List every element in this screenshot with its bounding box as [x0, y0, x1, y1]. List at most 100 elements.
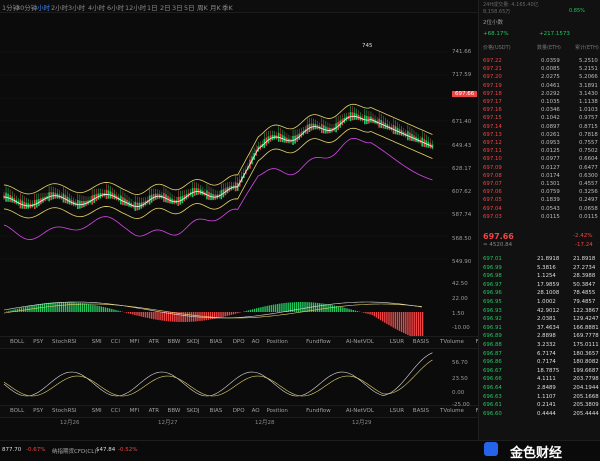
indicator-tab-9[interactable]: BIAS: [210, 339, 223, 345]
indicator-tab-14[interactable]: AI-NetVOL: [346, 339, 374, 345]
bid-row[interactable]: 696.892.8898169.7778: [479, 333, 600, 341]
ask-row[interactable]: 697.060.07590.3256: [479, 189, 600, 197]
bid-row[interactable]: 696.995.381627.2734: [479, 265, 600, 273]
indicator-tab-13[interactable]: Fundflow: [306, 339, 331, 345]
ask-price: 697.06: [483, 189, 502, 195]
ask-row[interactable]: 697.080.01740.6300: [479, 173, 600, 181]
ask-row[interactable]: 697.190.04613.1891: [479, 83, 600, 91]
timeframe-10[interactable]: 3日: [172, 2, 183, 12]
macd-bar: [99, 306, 100, 312]
bid-row[interactable]: 696.9717.985950.3847: [479, 282, 600, 290]
indicator-tab-6[interactable]: ATR: [149, 408, 160, 414]
timeframe-2[interactable]: 1小时: [33, 2, 50, 12]
ask-row[interactable]: 697.090.01270.6477: [479, 165, 600, 173]
ask-row[interactable]: 697.150.10420.9757: [479, 115, 600, 123]
indicator-tab-17[interactable]: TVolume: [440, 339, 464, 345]
bid-row[interactable]: 696.860.7174180.8082: [479, 359, 600, 367]
ask-row[interactable]: 697.170.10351.1138: [479, 99, 600, 107]
indicator-tab-7[interactable]: BBW: [168, 339, 181, 345]
indicator-tab-10[interactable]: DPO: [233, 408, 245, 414]
indicator-tab-7[interactable]: BBW: [168, 408, 181, 414]
macd-bar: [151, 312, 152, 319]
bid-row[interactable]: 696.6718.7875199.6687: [479, 368, 600, 376]
ask-row[interactable]: 697.070.13010.4557: [479, 181, 600, 189]
indicator-tab-6[interactable]: ATR: [149, 339, 160, 345]
bid-row[interactable]: 696.922.0381129.4247: [479, 316, 600, 324]
indicator-tab-2[interactable]: StochRSI: [52, 408, 76, 414]
bid-row[interactable]: 696.883.2332175.0111: [479, 342, 600, 350]
timeframe-7[interactable]: 12小时: [125, 2, 146, 12]
bid-row[interactable]: 696.876.7174180.3657: [479, 351, 600, 359]
depth-interval-select[interactable]: 2位小数: [483, 18, 503, 26]
bid-row[interactable]: 696.631.1107205.1668: [479, 394, 600, 402]
ask-row[interactable]: 697.100.09770.6604: [479, 156, 600, 164]
timeframe-8[interactable]: 1日: [147, 2, 158, 12]
indicator-tab-3[interactable]: SMI: [92, 408, 102, 414]
indicator-tab-5[interactable]: MFI: [130, 408, 140, 414]
ask-row[interactable]: 697.110.01250.7502: [479, 148, 600, 156]
bid-row[interactable]: 696.664.1111203.7798: [479, 376, 600, 384]
timeframe-11[interactable]: 5日: [184, 2, 195, 12]
indicator-tab-15[interactable]: LSUR: [390, 408, 404, 414]
indicator-tab-12[interactable]: Position: [266, 408, 287, 414]
indicator-tab-16[interactable]: BASIS: [413, 408, 429, 414]
bid-row[interactable]: 696.9137.4634166.8881: [479, 325, 600, 333]
indicator-tab-2[interactable]: StochRSI: [52, 339, 76, 345]
indicator-tab-14[interactable]: AI-NetVOL: [346, 408, 374, 414]
indicator-tab-10[interactable]: DPO: [233, 339, 245, 345]
ask-price: 697.14: [483, 124, 502, 130]
bid-row[interactable]: 696.9342.9012122.3867: [479, 308, 600, 316]
timeframe-14[interactable]: 季K: [222, 2, 233, 12]
timeframe-12[interactable]: 周K: [197, 2, 208, 12]
ask-row[interactable]: 697.050.18390.2497: [479, 197, 600, 205]
indicator-tab-13[interactable]: Fundflow: [306, 408, 331, 414]
indicator-tab-9[interactable]: BIAS: [210, 408, 223, 414]
bid-row[interactable]: 696.600.4444205.4444: [479, 411, 600, 419]
indicator-tab-17[interactable]: TVolume: [440, 408, 464, 414]
indicator-tab-5[interactable]: MFI: [130, 339, 140, 345]
timeframe-9[interactable]: 2日: [160, 2, 171, 12]
timeframe-4[interactable]: 3小时: [68, 2, 85, 12]
bid-row[interactable]: 696.610.2141205.3809: [479, 402, 600, 410]
ask-row[interactable]: 697.140.08970.8715: [479, 124, 600, 132]
bid-row[interactable]: 697.0121.891821.8918: [479, 256, 600, 264]
ask-row[interactable]: 697.210.00855.2151: [479, 66, 600, 74]
indicator-tab-8[interactable]: SKDJ: [187, 339, 200, 345]
ask-row[interactable]: 697.220.03595.2510: [479, 58, 600, 66]
ask-total: 0.7818: [579, 132, 598, 138]
indicator-tab-8[interactable]: SKDJ: [187, 408, 200, 414]
indicator-tab-11[interactable]: AO: [252, 408, 260, 414]
indicator-tab-1[interactable]: PSY: [33, 408, 43, 414]
indicator-tab-3[interactable]: SMI: [92, 339, 102, 345]
bid-row[interactable]: 696.951.000279.4857: [479, 299, 600, 307]
ask-row[interactable]: 697.202.02755.2066: [479, 74, 600, 82]
indicator-tab-1[interactable]: PSY: [33, 339, 43, 345]
bid-price: 696.91: [483, 325, 502, 331]
timeframe-3[interactable]: 2小时: [51, 2, 68, 12]
ask-row[interactable]: 697.182.02923.1430: [479, 91, 600, 99]
timeframe-6[interactable]: 6小时: [107, 2, 124, 12]
indicator-tab-12[interactable]: Position: [266, 339, 287, 345]
indicator-tab-4[interactable]: CCI: [111, 339, 120, 345]
bid-row[interactable]: 696.642.8489204.1944: [479, 385, 600, 393]
chart-canvas[interactable]: [0, 12, 478, 420]
timeframe-5[interactable]: 4小时: [88, 2, 105, 12]
ask-row[interactable]: 697.040.05430.0658: [479, 206, 600, 214]
indicator-tab-16[interactable]: BASIS: [413, 339, 429, 345]
indicator-tab-0[interactable]: BOLL: [10, 408, 24, 414]
ask-row[interactable]: 697.130.02610.7818: [479, 132, 600, 140]
indicator-tab-4[interactable]: CCI: [111, 408, 120, 414]
ask-row[interactable]: 697.120.09530.7557: [479, 140, 600, 148]
macd-bar: [185, 312, 186, 322]
macd-tick: 1.50: [452, 311, 464, 317]
ask-row[interactable]: 697.030.01150.0115: [479, 214, 600, 222]
bid-row[interactable]: 696.9628.100878.4855: [479, 290, 600, 298]
indicator-tab-0[interactable]: BOLL: [10, 339, 24, 345]
price-chart[interactable]: [0, 12, 478, 420]
indicator-tab-11[interactable]: AO: [252, 339, 260, 345]
timeframe-13[interactable]: 月K: [210, 2, 221, 12]
bid-row[interactable]: 696.981.125428.3988: [479, 273, 600, 281]
bid-amount: 6.7174: [537, 351, 556, 357]
indicator-tab-15[interactable]: LSUR: [390, 339, 404, 345]
ask-row[interactable]: 697.160.03461.0103: [479, 107, 600, 115]
